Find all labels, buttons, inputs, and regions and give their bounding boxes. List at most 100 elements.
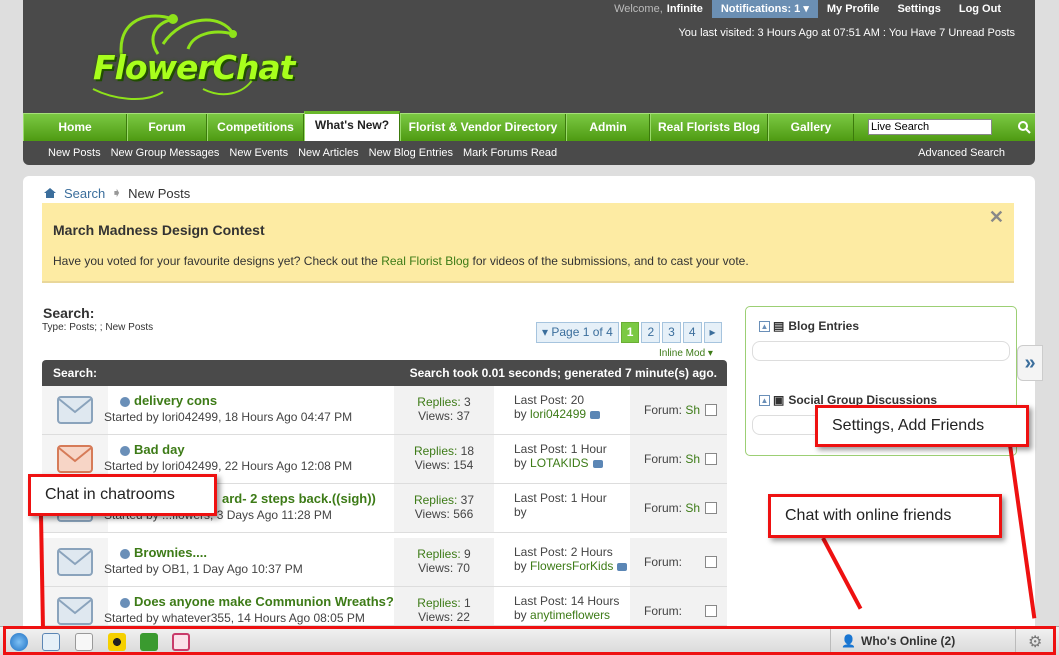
- select-checkbox[interactable]: [705, 404, 717, 416]
- last-post-user[interactable]: LOTAKIDS: [530, 456, 588, 470]
- page-1[interactable]: 1: [620, 322, 640, 343]
- home-icon[interactable]: [43, 187, 57, 199]
- results-header: Search: Search took 0.01 seconds; genera…: [42, 360, 727, 386]
- blog-entries-header[interactable]: ▲ ▤ Blog Entries: [759, 319, 859, 333]
- app-icon[interactable]: [172, 633, 190, 651]
- table-row[interactable]: Brownies.... Started by OB1, 1 Day Ago 1…: [42, 538, 727, 587]
- close-icon[interactable]: ✕: [989, 207, 1004, 228]
- go-last-post-icon[interactable]: [592, 459, 603, 468]
- flowerchat-logo[interactable]: FlowerChat: [53, 4, 295, 104]
- thread-title[interactable]: delivery cons: [120, 393, 217, 408]
- user-online-icon: 👤: [841, 634, 856, 648]
- table-row[interactable]: Does anyone make Communion Wreaths? Star…: [42, 587, 727, 626]
- thread-stats: Replies: 18 Views: 154: [394, 435, 494, 483]
- advanced-search-link[interactable]: Advanced Search: [918, 147, 1005, 159]
- collapse-icon[interactable]: ▲: [759, 394, 770, 406]
- go-last-post-icon[interactable]: [617, 562, 628, 571]
- page-2[interactable]: 2: [641, 322, 661, 343]
- views-label: Views:: [414, 507, 450, 521]
- search-icon[interactable]: [1013, 115, 1035, 139]
- inline-mod-menu[interactable]: Inline Mod ▾: [659, 348, 713, 359]
- last-post-user[interactable]: anytimeflowers: [530, 608, 610, 622]
- tab-gallery[interactable]: Gallery: [768, 114, 854, 141]
- last-post-user[interactable]: FlowersForKids: [530, 559, 613, 573]
- next-page-icon[interactable]: ▸: [703, 322, 722, 343]
- notice-blog-link[interactable]: Real Florist Blog: [381, 254, 469, 268]
- notice-body: Have you voted for your favourite design…: [53, 254, 749, 268]
- thread-title-text: ard- 2 steps back.((sigh)): [222, 491, 376, 506]
- logout-link[interactable]: Log Out: [950, 0, 1035, 18]
- subnav-mark-forums-read[interactable]: Mark Forums Read: [463, 147, 557, 159]
- breadcrumb-search[interactable]: Search: [64, 186, 105, 201]
- my-profile-link[interactable]: My Profile: [818, 0, 889, 18]
- thread-title-text: Brownies....: [134, 545, 207, 560]
- thread-title[interactable]: Does anyone make Communion Wreaths?: [120, 594, 394, 609]
- forum-link[interactable]: Sh: [685, 452, 700, 466]
- go-first-unread-icon[interactable]: [120, 597, 130, 608]
- subnav-new-posts[interactable]: New Posts: [48, 147, 101, 159]
- chatroom-icon[interactable]: [42, 633, 60, 651]
- whos-online-button[interactable]: 👤 Who's Online (2): [830, 627, 1016, 655]
- gear-icon[interactable]: ⚙: [1028, 632, 1042, 652]
- radiation-icon[interactable]: [108, 633, 126, 651]
- subnav-new-events[interactable]: New Events: [229, 147, 288, 159]
- tab-whats-new[interactable]: What's New?: [304, 111, 400, 141]
- forum-label: Forum:: [644, 403, 683, 417]
- replies-count: 3: [464, 395, 471, 409]
- list-icon: ▤: [773, 319, 785, 333]
- replies-label: Replies:: [417, 395, 461, 409]
- select-checkbox[interactable]: [705, 605, 717, 617]
- thread-title[interactable]: Brownies....: [120, 545, 207, 560]
- replies-count: 9: [464, 547, 471, 561]
- table-row[interactable]: delivery cons Started by lori042499, 18 …: [42, 386, 727, 435]
- by-label: by: [514, 505, 527, 519]
- live-search-input[interactable]: Live Search: [868, 119, 992, 135]
- share-icon[interactable]: [140, 633, 158, 651]
- settings-link[interactable]: Settings: [888, 0, 949, 18]
- forum-label: Forum:: [644, 555, 683, 569]
- subnav-new-group-messages[interactable]: New Group Messages: [111, 147, 220, 159]
- go-first-unread-icon[interactable]: [120, 396, 130, 407]
- tab-home[interactable]: Home: [23, 114, 127, 141]
- tab-competitions[interactable]: Competitions: [207, 114, 304, 141]
- go-last-post-icon[interactable]: [590, 410, 601, 419]
- tab-admin[interactable]: Admin: [566, 114, 650, 141]
- main-content: Search ➧ New Posts March Madness Design …: [23, 176, 1035, 626]
- page-4[interactable]: 4: [682, 322, 702, 343]
- site-header: FlowerChat Welcome, Infinite Notificatio…: [23, 0, 1035, 113]
- username-link[interactable]: Infinite: [667, 0, 712, 18]
- last-post: Last Post: 20 by lori042499: [502, 386, 632, 434]
- by-label: by: [514, 407, 527, 421]
- collapse-icon[interactable]: ▲: [759, 320, 770, 332]
- logo-text: FlowerChat: [93, 48, 295, 87]
- sub-navbar: New Posts New Group Messages New Events …: [23, 141, 1035, 165]
- forum-link[interactable]: Sh: [685, 403, 700, 417]
- thread-title[interactable]: ard- 2 steps back.((sigh)): [222, 491, 376, 506]
- select-checkbox[interactable]: [705, 453, 717, 465]
- expand-sidebar-icon[interactable]: »: [1017, 345, 1043, 381]
- tab-real-florists-blog[interactable]: Real Florists Blog: [650, 114, 768, 141]
- pagination: ▾ Page 1 of 4 1 2 3 4 ▸: [536, 322, 725, 343]
- subnav-new-blog-entries[interactable]: New Blog Entries: [369, 147, 453, 159]
- select-checkbox[interactable]: [705, 556, 717, 568]
- select-checkbox[interactable]: [705, 502, 717, 514]
- forum-label: Forum:: [644, 452, 683, 466]
- thread-title[interactable]: Bad day: [120, 442, 185, 457]
- page-3[interactable]: 3: [662, 322, 681, 343]
- by-label: by: [514, 559, 527, 573]
- go-first-unread-icon[interactable]: [120, 548, 130, 559]
- by-label: by: [514, 608, 527, 622]
- subnav-new-articles[interactable]: New Articles: [298, 147, 359, 159]
- page-of-dropdown[interactable]: ▾ Page 1 of 4: [536, 322, 619, 343]
- last-post-user[interactable]: lori042499: [530, 407, 586, 421]
- notes-icon[interactable]: [75, 633, 93, 651]
- go-first-unread-icon[interactable]: [120, 445, 130, 456]
- forum-link[interactable]: Sh: [685, 501, 700, 515]
- forum-cell: Forum: Sh: [630, 484, 727, 532]
- globe-icon[interactable]: [10, 633, 28, 651]
- notifications-dropdown[interactable]: Notifications: 1 ▾: [711, 0, 818, 18]
- breadcrumb-separator-icon: ➧: [111, 185, 123, 200]
- tab-florist-directory[interactable]: Florist & Vendor Directory: [400, 114, 566, 141]
- tab-forum[interactable]: Forum: [127, 114, 207, 141]
- thread-author: Started by lori042499, 22 Hours Ago 12:0…: [104, 459, 353, 473]
